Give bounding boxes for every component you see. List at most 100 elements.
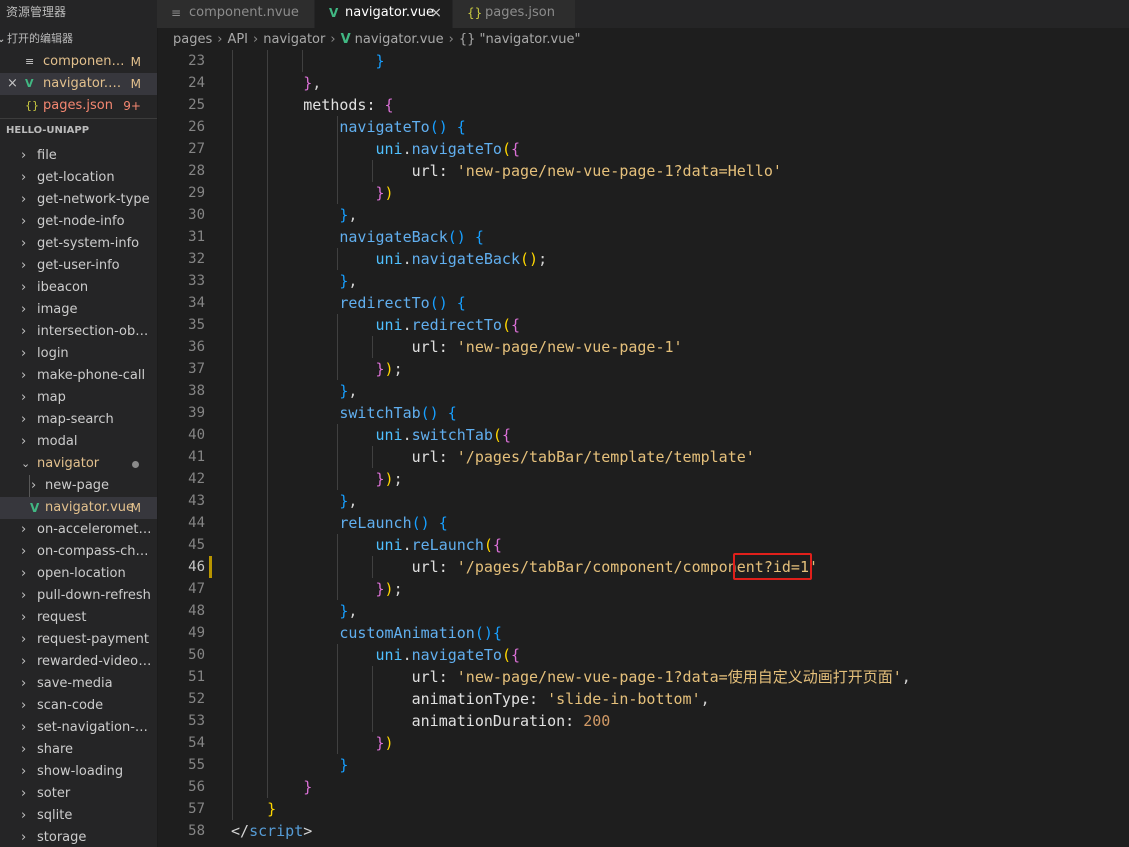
error-badge: 9+ <box>123 99 141 113</box>
line-number: 55 <box>188 757 205 773</box>
code-line: 56 } <box>157 776 1129 798</box>
chevron-right-icon: › <box>21 588 27 603</box>
tree-folder[interactable]: › make-phone-call <box>0 365 157 387</box>
tree-folder[interactable]: › soter <box>0 783 157 805</box>
tree-folder[interactable]: › modal <box>0 431 157 453</box>
close-icon[interactable]: × <box>430 0 442 26</box>
code-editor[interactable]: 23 } 24 }, 25 methods: { 26 navigateTo()… <box>157 50 1129 847</box>
tree-folder[interactable]: › pull-down-refresh <box>0 585 157 607</box>
tree-folder[interactable]: › map-search <box>0 409 157 431</box>
explorer-title: 资源管理器 <box>6 5 67 19</box>
line-number: 28 <box>188 163 205 179</box>
code-line: 27 uni.navigateTo({ <box>157 138 1129 160</box>
chevron-down-icon: ⌄ <box>21 457 31 470</box>
json-icon: {} <box>25 99 39 112</box>
line-number: 36 <box>188 339 205 355</box>
tree-folder[interactable]: › get-system-info <box>0 233 157 255</box>
tree-folder[interactable]: › get-location <box>0 167 157 189</box>
tree-folder[interactable]: › ibeacon <box>0 277 157 299</box>
folder-label: show-loading <box>37 764 124 779</box>
open-editor-name: component.nvue <box>43 54 127 69</box>
breadcrumb-item[interactable]: API <box>227 32 248 47</box>
tree-folder[interactable]: › on-compass-change <box>0 541 157 563</box>
breadcrumb-item[interactable]: pages <box>173 32 212 47</box>
tree-folder[interactable]: › new-page <box>0 475 157 497</box>
code-line: 43 }, <box>157 490 1129 512</box>
tree-folder[interactable]: › save-media <box>0 673 157 695</box>
tree-folder[interactable]: › get-node-info <box>0 211 157 233</box>
tree-folder[interactable]: › scan-code <box>0 695 157 717</box>
code-line: 55 } <box>157 754 1129 776</box>
breadcrumb-item[interactable]: navigator <box>263 32 325 47</box>
open-editor-pages-json[interactable]: {} pages.json 9+ <box>0 95 157 117</box>
folder-label: get-location <box>37 170 115 185</box>
chevron-right-icon: › <box>21 258 27 273</box>
code-line: 28 url: 'new-page/new-vue-page-1?data=He… <box>157 160 1129 182</box>
code-line: 35 uni.redirectTo({ <box>157 314 1129 336</box>
string-literal: 'new-page/new-vue-page-1?data=Hello' <box>456 162 782 180</box>
folder-label: get-node-info <box>37 214 125 229</box>
code-line: 39 switchTab() { <box>157 402 1129 424</box>
chevron-right-icon: › <box>21 742 27 757</box>
code-line: 31 navigateBack() { <box>157 226 1129 248</box>
breadcrumb-symbol[interactable]: {} "navigator.vue" <box>459 32 581 47</box>
open-editor-component[interactable]: ≡ component.nvue M <box>0 51 157 73</box>
folder-label: get-user-info <box>37 258 120 273</box>
chevron-right-icon: › <box>21 302 27 317</box>
tree-file-navigator-vue[interactable]: Vnavigator.vue M <box>0 497 157 519</box>
code-line: 26 navigateTo() { <box>157 116 1129 138</box>
tree-folder[interactable]: › intersection-observer <box>0 321 157 343</box>
modified-badge: M <box>130 77 141 91</box>
line-number: 41 <box>188 449 205 465</box>
tree-folder-navigator[interactable]: ⌄ navigator <box>0 453 157 475</box>
code-line: 24 }, <box>157 72 1129 94</box>
code-line: 36 url: 'new-page/new-vue-page-1' <box>157 336 1129 358</box>
line-number: 50 <box>188 647 205 663</box>
tree-folder[interactable]: › map <box>0 387 157 409</box>
chevron-right-icon: › <box>21 720 27 735</box>
tab-component-nvue[interactable]: ≡ component.nvue <box>157 0 315 28</box>
code-line: 51 url: 'new-page/new-vue-page-1?data=使用… <box>157 666 1129 688</box>
vue-icon: V <box>340 32 351 47</box>
close-icon[interactable]: × <box>7 73 18 95</box>
line-number: 37 <box>188 361 205 377</box>
code-line: 38 }, <box>157 380 1129 402</box>
tree-folder[interactable]: › image <box>0 299 157 321</box>
open-editors-section[interactable]: ⌄打开的编辑器 <box>0 28 157 50</box>
chevron-right-icon: › <box>21 236 27 251</box>
code-line: 33 }, <box>157 270 1129 292</box>
tree-folder[interactable]: › rewarded-video-ad <box>0 651 157 673</box>
line-number: 29 <box>188 185 205 201</box>
tree-folder[interactable]: › on-accelerometer-change <box>0 519 157 541</box>
folder-label: rewarded-video-ad <box>37 654 155 669</box>
tree-folder[interactable]: › get-network-type <box>0 189 157 211</box>
breadcrumb-file[interactable]: navigator.vue <box>355 32 444 47</box>
tree-folder[interactable]: › share <box>0 739 157 761</box>
tab-navigator-vue[interactable]: V navigator.vue × <box>315 0 453 28</box>
tree-folder[interactable]: › set-navigation-bar-title <box>0 717 157 739</box>
project-section[interactable]: HELLO-UNIAPP <box>0 118 157 141</box>
tree-folder[interactable]: › get-user-info <box>0 255 157 277</box>
line-number: 35 <box>188 317 205 333</box>
code-line: 53 animationDuration: 200 <box>157 710 1129 732</box>
tree-folder[interactable]: › storage <box>0 827 157 847</box>
code-line: 50 uni.navigateTo({ <box>157 644 1129 666</box>
folder-label: map-search <box>37 412 114 427</box>
folder-label: make-phone-call <box>37 368 146 383</box>
tab-pages-json[interactable]: {} pages.json <box>453 0 576 28</box>
open-editor-navigator[interactable]: × V navigator.vue M <box>0 73 157 95</box>
chevron-right-icon: › <box>21 324 27 339</box>
tree-folder[interactable]: › request-payment <box>0 629 157 651</box>
tree-folder[interactable]: › sqlite <box>0 805 157 827</box>
folder-label: get-system-info <box>37 236 140 251</box>
tree-folder[interactable]: › request <box>0 607 157 629</box>
tree-folder[interactable]: › login <box>0 343 157 365</box>
tree-folder[interactable]: › show-loading <box>0 761 157 783</box>
tree-folder[interactable]: › open-location <box>0 563 157 585</box>
chevron-right-icon: › <box>21 214 27 229</box>
line-number: 49 <box>188 625 205 641</box>
code-line: 47 }); <box>157 578 1129 600</box>
chevron-right-icon: › <box>31 478 37 493</box>
tree-folder[interactable]: › file <box>0 145 157 167</box>
line-number: 42 <box>188 471 205 487</box>
